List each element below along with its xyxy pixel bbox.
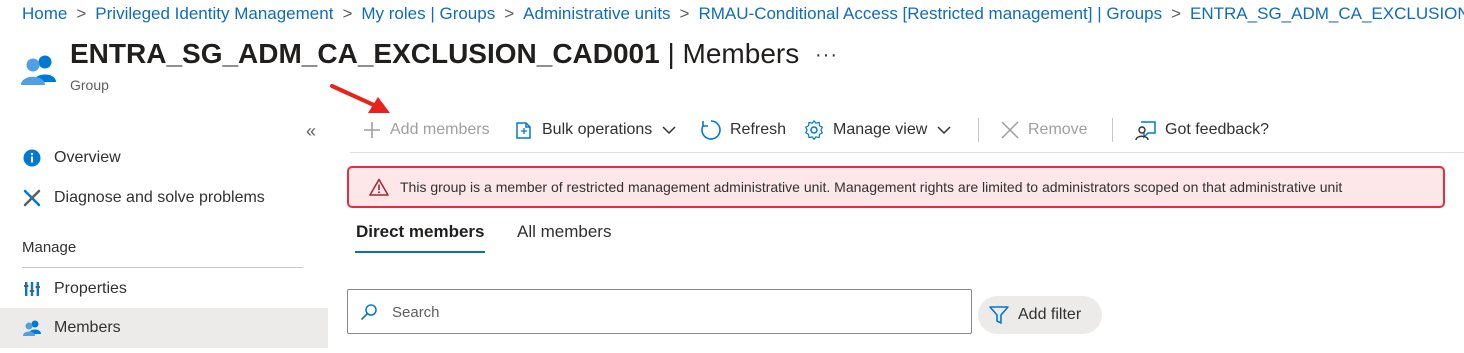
feedback-icon [1135,121,1156,141]
breadcrumb-current-group[interactable]: ENTRA_SG_ADM_CA_EXCLUSION [1190,4,1464,23]
sidebar-item-label: Diagnose and solve problems [54,189,265,206]
filter-icon [989,306,1009,324]
breadcrumb-administrative-units[interactable]: Administrative units [523,4,670,23]
breadcrumb-my-roles-groups[interactable]: My roles | Groups [361,4,495,23]
toolbar-divider [1112,118,1113,142]
wrench-icon [22,188,42,208]
toolbar-divider [978,118,979,142]
sidebar-divider [22,267,303,268]
refresh-icon [701,120,721,140]
breadcrumb-separator: > [504,4,515,23]
search-icon [361,304,377,320]
refresh-label: Refresh [730,121,787,138]
sidebar-item-properties[interactable]: Properties [0,269,328,309]
page-title-section: | Members [659,38,800,69]
bulk-operations-button[interactable]: Bulk operations [514,110,676,150]
info-icon [22,148,42,168]
add-filter-button[interactable]: Add filter [978,296,1102,334]
group-icon [20,52,60,88]
members-icon [22,318,42,338]
bulk-operations-icon [516,122,531,139]
sidebar-item-label: Members [54,319,121,336]
bulk-operations-label: Bulk operations [542,121,653,138]
breadcrumb-home[interactable]: Home [22,4,67,23]
chevron-down-icon [937,126,951,135]
breadcrumb-separator: > [342,4,353,23]
plus-icon [364,122,380,138]
sidebar-item-members[interactable]: Members [0,308,328,348]
tab-all-members[interactable]: All members [517,222,611,242]
gear-icon [804,119,824,141]
add-members-button[interactable]: Add members [362,110,490,150]
breadcrumb-separator: > [1171,4,1182,23]
breadcrumb-separator: > [679,4,690,23]
page-title-group-name: ENTRA_SG_ADM_CA_EXCLUSION_CAD001 [70,38,660,69]
sidebar-section-manage: Manage [22,239,77,256]
add-filter-label: Add filter [1018,306,1082,323]
tab-direct-members[interactable]: Direct members [356,222,485,242]
search-box [347,289,972,334]
toolbar-underline [350,152,1464,153]
got-feedback-button[interactable]: Got feedback? [1135,110,1269,150]
restricted-management-banner: This group is a member of restricted man… [347,166,1445,208]
remove-label: Remove [1028,121,1088,138]
sidebar-item-overview[interactable]: Overview [0,138,328,178]
sidebar-item-label: Overview [54,149,121,166]
breadcrumb-separator: > [76,4,87,23]
command-bar: Add members Bulk operations Refresh Mana… [350,110,1464,150]
manage-view-button[interactable]: Manage view [803,110,951,150]
properties-icon [22,279,42,299]
manage-view-label: Manage view [833,121,928,138]
sidebar-item-diagnose[interactable]: Diagnose and solve problems [0,178,328,218]
page-subtitle: Group [70,77,109,93]
breadcrumb-rmau-groups[interactable]: RMAU-Conditional Access [Restricted mana… [698,4,1162,23]
page-title: ENTRA_SG_ADM_CA_EXCLUSION_CAD001 | Membe… [70,38,799,70]
add-members-label: Add members [390,121,490,138]
banner-message: This group is a member of restricted man… [400,179,1343,195]
breadcrumb: Home > Privileged Identity Management > My r… [22,4,1464,24]
breadcrumb-pim[interactable]: Privileged Identity Management [95,4,333,23]
got-feedback-label: Got feedback? [1165,121,1270,138]
remove-button[interactable]: Remove [1000,110,1088,150]
refresh-button[interactable]: Refresh [700,110,786,150]
sidebar-item-label: Properties [54,280,127,297]
chevron-down-icon [662,126,676,135]
more-options-icon[interactable]: ··· [815,44,838,67]
tab-selected-indicator [355,251,485,253]
search-input[interactable] [392,300,952,324]
close-icon [1001,121,1019,139]
warning-icon [369,178,389,196]
